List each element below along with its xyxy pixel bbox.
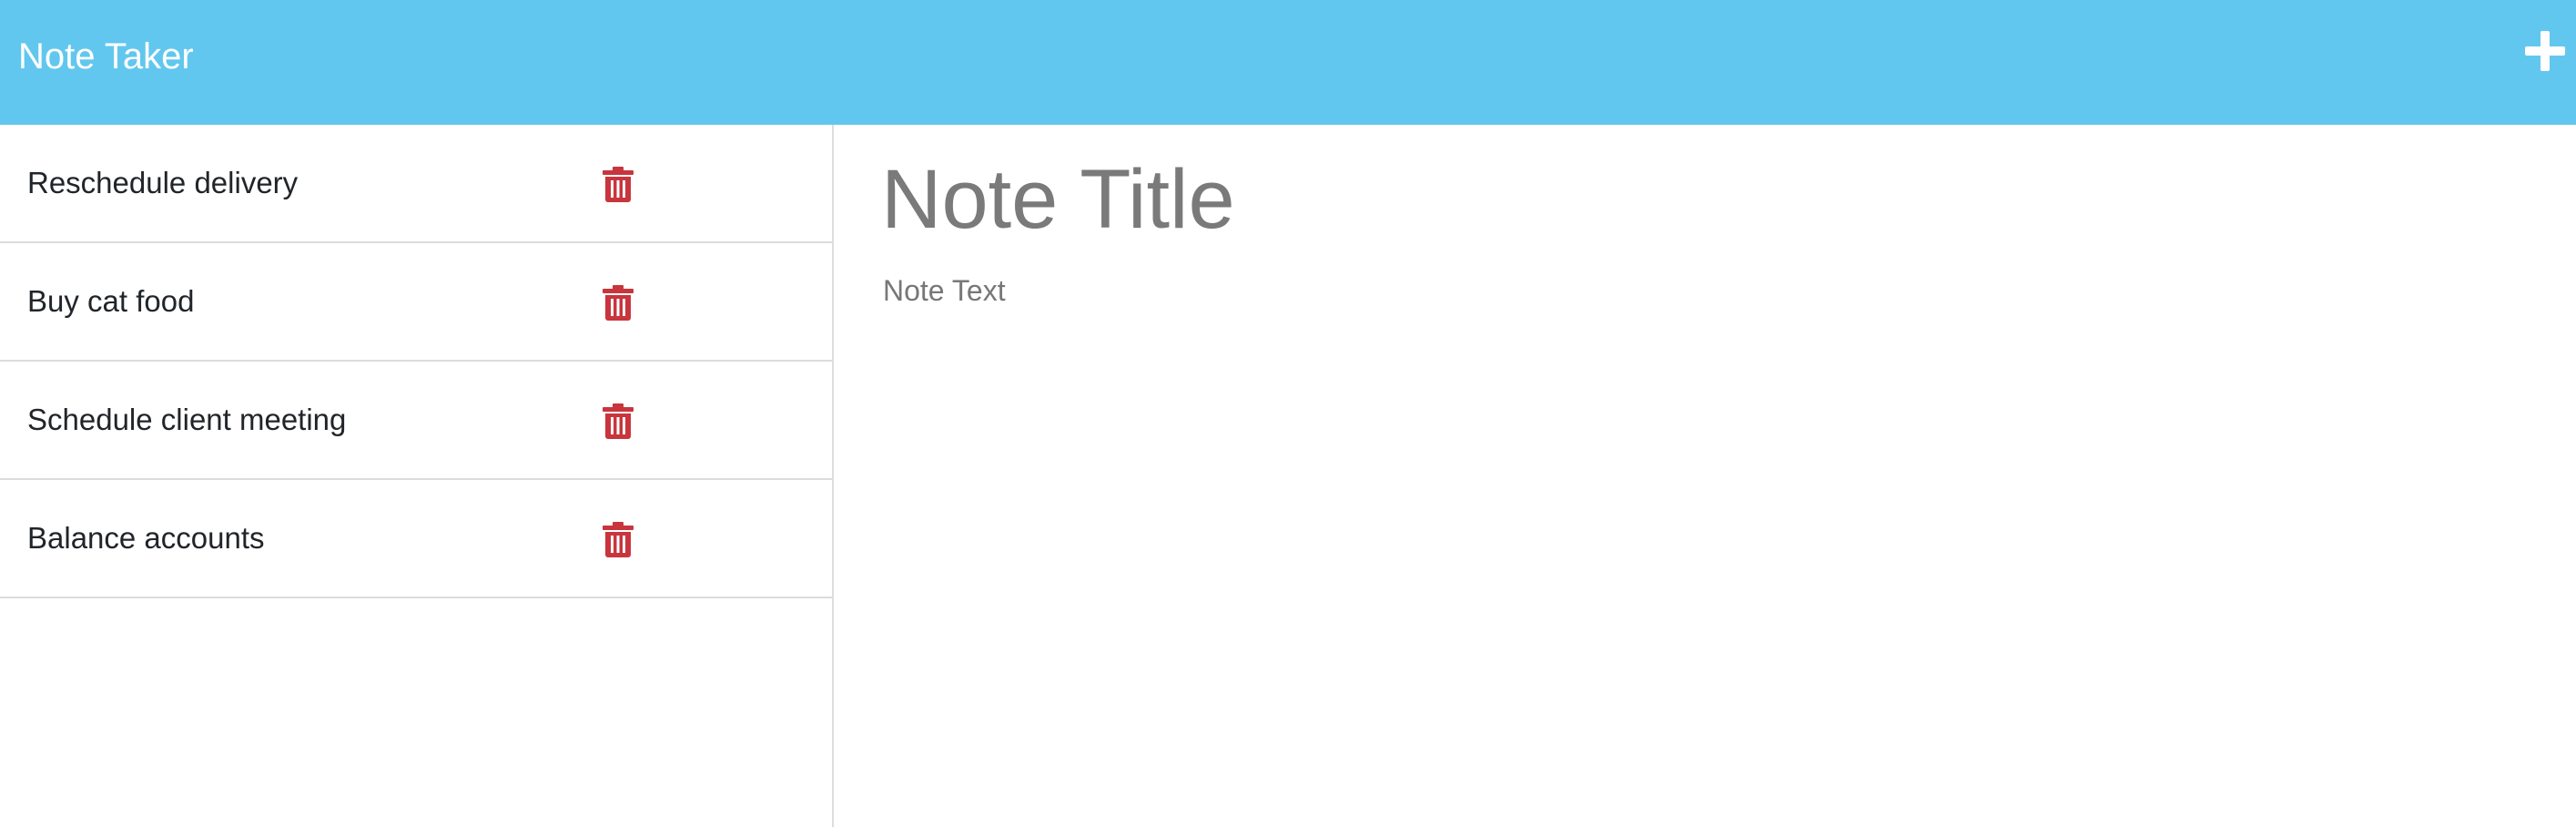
trash-icon: [603, 522, 634, 557]
note-title-input[interactable]: [881, 145, 2429, 254]
note-text-input[interactable]: [883, 271, 2430, 781]
new-note-button[interactable]: [2521, 27, 2569, 75]
plus-icon: [2525, 31, 2565, 71]
delete-note-button[interactable]: [601, 284, 635, 321]
delete-note-button[interactable]: [601, 521, 635, 557]
note-editor: [836, 125, 2576, 827]
navbar: Note Taker: [0, 0, 2576, 125]
note-title: Schedule client meeting: [27, 403, 347, 436]
trash-icon: [603, 403, 634, 439]
trash-icon: [603, 285, 634, 321]
trash-icon: [603, 167, 634, 202]
note-title: Buy cat food: [27, 284, 195, 318]
delete-note-button[interactable]: [601, 403, 635, 439]
brand-link[interactable]: Note Taker: [18, 0, 194, 125]
list-item[interactable]: Balance accounts: [0, 480, 832, 598]
list-item[interactable]: Reschedule delivery: [0, 125, 832, 243]
list-item[interactable]: Schedule client meeting: [0, 362, 832, 480]
list-item[interactable]: Buy cat food: [0, 243, 832, 362]
note-title: Reschedule delivery: [27, 166, 299, 199]
delete-note-button[interactable]: [601, 166, 635, 202]
note-list: Reschedule delivery Buy cat food Schedul…: [0, 125, 832, 598]
note-title: Balance accounts: [27, 521, 265, 555]
note-list-panel: Reschedule delivery Buy cat food Schedul…: [0, 125, 834, 827]
